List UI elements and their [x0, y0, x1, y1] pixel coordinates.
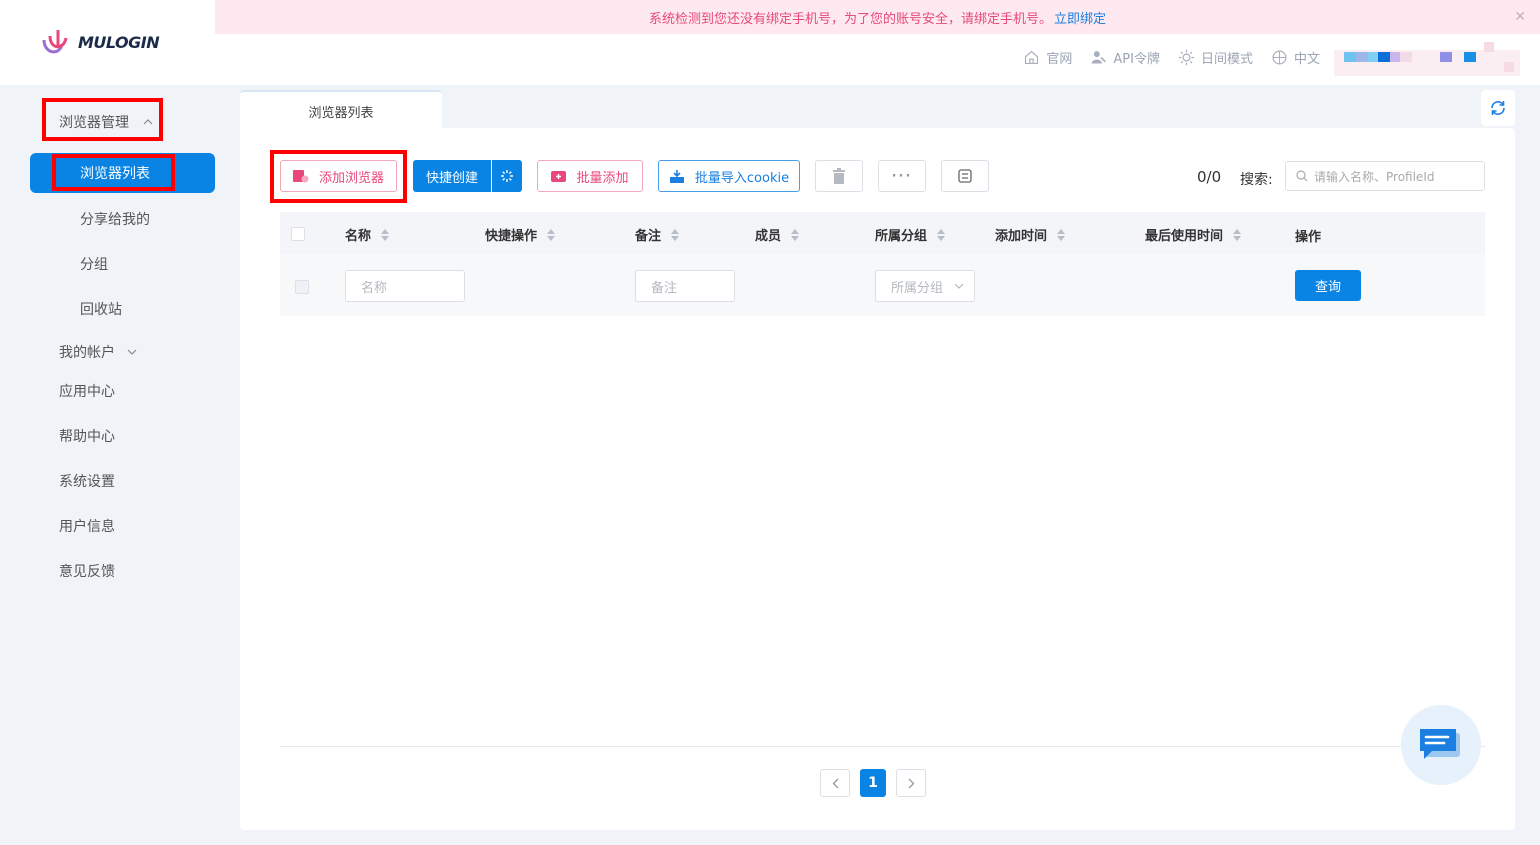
prev-page-button[interactable]: [820, 769, 850, 797]
logo: MULOGIN: [0, 0, 215, 85]
filter-row-checkbox: [295, 280, 309, 294]
search-icon: [1296, 170, 1308, 182]
more-dots-icon: ···: [891, 168, 913, 184]
key-user-icon: [1092, 51, 1107, 64]
chevron-down-icon: [954, 283, 964, 289]
chevron-left-icon: [832, 778, 838, 788]
home-icon: [1025, 50, 1039, 65]
sidebar-item-recycle-bin[interactable]: 回收站: [80, 299, 122, 319]
quick-create-settings-button[interactable]: [492, 160, 522, 192]
column-header-group[interactable]: 所属分组: [875, 225, 946, 244]
sidebar-item-app-center[interactable]: 应用中心: [59, 381, 115, 401]
top-link-language[interactable]: 中文: [1271, 48, 1320, 67]
chevron-down-icon: [127, 349, 137, 355]
remark-filter-input[interactable]: 备注: [635, 270, 735, 302]
more-button[interactable]: ···: [878, 160, 926, 192]
column-header-quick-actions[interactable]: 快捷操作: [485, 225, 556, 244]
sparkle-icon: [501, 170, 513, 182]
delete-button[interactable]: [815, 160, 863, 192]
trash-icon: [833, 168, 845, 184]
top-link-api-token[interactable]: API令牌: [1090, 48, 1160, 67]
sidebar-group-my-account[interactable]: 我的帐户: [59, 342, 137, 362]
column-header-name[interactable]: 名称: [345, 225, 390, 244]
sidebar-item-shared-with-me[interactable]: 分享给我的: [80, 209, 150, 229]
browser-list-panel: 添加浏览器 快捷创建 批量添加 批量导入cookie ··· 0/0 搜索: 请…: [240, 128, 1515, 830]
column-header-actions: 操作: [1295, 230, 1322, 245]
column-header-added-time[interactable]: 添加时间: [995, 225, 1066, 244]
sidebar-item-groups[interactable]: 分组: [80, 254, 108, 274]
refresh-icon: [1491, 101, 1505, 115]
close-icon[interactable]: ✕: [1514, 9, 1526, 25]
batch-import-cookie-button[interactable]: 批量导入cookie: [658, 160, 800, 192]
batch-add-button[interactable]: 批量添加: [537, 160, 643, 192]
selection-count: 0/0: [1197, 168, 1222, 186]
page-button-current[interactable]: 1: [860, 769, 886, 797]
sort-icon[interactable]: [937, 228, 946, 241]
sidebar: 浏览器管理 浏览器列表 分享给我的 分组 回收站 我的帐户 应用中心 帮助中心 …: [0, 85, 215, 845]
top-link-day-mode[interactable]: 日间模式: [1178, 48, 1253, 67]
logo-mark-icon: [38, 26, 72, 60]
chevron-right-icon: [908, 778, 914, 788]
quick-create-button[interactable]: 快捷创建: [413, 160, 491, 192]
query-button[interactable]: 查询: [1295, 270, 1361, 301]
highlight-box-browser-list: [52, 154, 175, 191]
search-label: 搜索:: [1240, 172, 1273, 188]
sort-icon[interactable]: [547, 228, 556, 241]
sidebar-item-system-settings[interactable]: 系统设置: [59, 471, 115, 491]
bind-now-link[interactable]: 立即绑定: [1054, 8, 1106, 27]
import-icon: [669, 169, 684, 183]
sidebar-item-help-center[interactable]: 帮助中心: [59, 426, 115, 446]
sun-icon: [1178, 49, 1195, 66]
name-filter-input[interactable]: 名称: [345, 270, 465, 302]
table-footer-divider: [280, 746, 1485, 747]
top-bar: 系统检测到您还没有绑定手机号，为了您的账号安全，请绑定手机号。 立即绑定 ✕ 官…: [215, 0, 1540, 85]
chat-support-button[interactable]: [1401, 705, 1481, 785]
top-links: 官网 API令牌 日间模式 中文: [1023, 48, 1320, 67]
tab-browser-list[interactable]: 浏览器列表: [240, 90, 442, 130]
refresh-button[interactable]: [1481, 90, 1515, 126]
column-header-members[interactable]: 成员: [755, 225, 800, 244]
select-all-checkbox[interactable]: [291, 227, 305, 241]
sort-icon[interactable]: [671, 228, 680, 241]
sidebar-item-user-info[interactable]: 用户信息: [59, 516, 115, 536]
group-filter-select[interactable]: 所属分组: [875, 270, 975, 302]
sidebar-item-feedback[interactable]: 意见反馈: [59, 561, 115, 581]
filter-row: 名称 备注 所属分组 查询: [280, 254, 1485, 316]
chat-icon: [1420, 729, 1460, 759]
top-link-website[interactable]: 官网: [1023, 48, 1072, 67]
user-avatar-pixelated[interactable]: [1334, 36, 1520, 78]
column-header-last-used-time[interactable]: 最后使用时间: [1145, 225, 1242, 244]
highlight-box-add-browser: [270, 150, 407, 203]
sort-icon[interactable]: [1233, 228, 1242, 241]
search-input[interactable]: 请输入名称、ProfileId: [1285, 161, 1485, 191]
main-content: 浏览器列表 添加浏览器 快捷创建 批量添加 批量导入cookie ··· 0/0…: [240, 90, 1515, 830]
settings-panel-icon: [958, 169, 972, 183]
notice-text: 系统检测到您还没有绑定手机号，为了您的账号安全，请绑定手机号。: [648, 11, 1052, 27]
sort-icon[interactable]: [791, 228, 800, 241]
table-header: 名称 快捷操作 备注 成员 所属分组 添加时间 最后使用时间 操作: [280, 212, 1485, 254]
column-header-remark[interactable]: 备注: [635, 225, 680, 244]
column-settings-button[interactable]: [941, 160, 989, 192]
globe-icon: [1272, 50, 1287, 65]
batch-add-icon: [551, 171, 567, 182]
highlight-box-browser-management: [42, 98, 163, 141]
sort-icon[interactable]: [1057, 228, 1066, 241]
sort-icon[interactable]: [381, 228, 390, 241]
brand-name: MULOGIN: [78, 33, 160, 52]
phone-binding-notice: 系统检测到您还没有绑定手机号，为了您的账号安全，请绑定手机号。 立即绑定 ✕: [215, 0, 1540, 34]
next-page-button[interactable]: [896, 769, 926, 797]
